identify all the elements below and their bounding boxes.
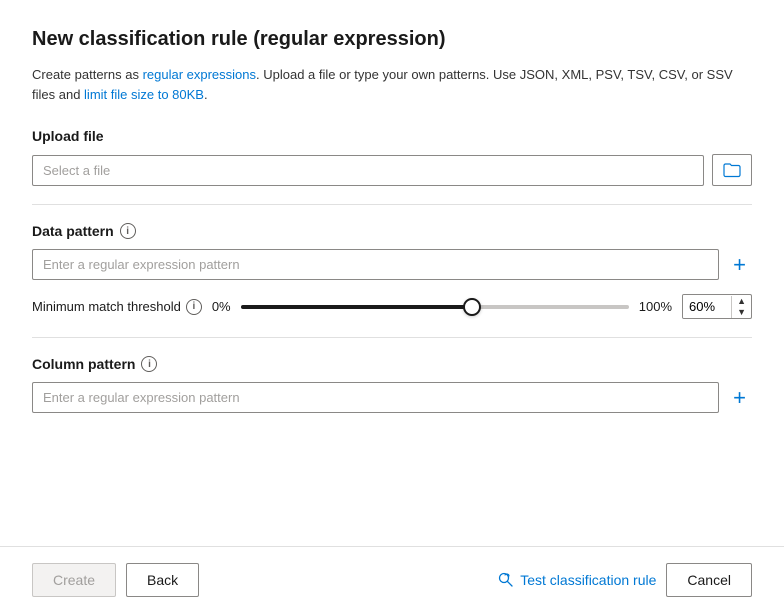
test-classification-link[interactable]: Test classification rule — [498, 572, 656, 588]
threshold-label: Minimum match threshold i — [32, 299, 202, 315]
column-pattern-add-button[interactable]: + — [727, 385, 752, 411]
browse-button[interactable] — [712, 154, 752, 186]
description: Create patterns as regular expressions. … — [32, 65, 752, 104]
threshold-spinner-input[interactable] — [683, 295, 731, 318]
divider-1 — [32, 204, 752, 205]
column-pattern-input[interactable] — [32, 382, 719, 413]
cancel-button[interactable]: Cancel — [666, 563, 752, 597]
column-pattern-row: + — [32, 382, 752, 413]
upload-file-row — [32, 154, 752, 186]
test-icon — [498, 572, 514, 588]
data-pattern-info-icon[interactable]: i — [120, 223, 136, 239]
data-pattern-label: Data pattern i — [32, 223, 752, 239]
divider-2 — [32, 337, 752, 338]
threshold-info-icon[interactable]: i — [186, 299, 202, 315]
folder-icon — [723, 161, 741, 179]
footer: Create Back Test classification rule Can… — [0, 546, 784, 613]
column-pattern-info-icon[interactable]: i — [141, 356, 157, 372]
data-pattern-add-button[interactable]: + — [727, 252, 752, 278]
threshold-spinner-arrows: ▲ ▼ — [731, 296, 751, 318]
data-pattern-row: + — [32, 249, 752, 280]
upload-file-label: Upload file — [32, 128, 752, 144]
create-button[interactable]: Create — [32, 563, 116, 597]
back-button[interactable]: Back — [126, 563, 199, 597]
threshold-min-label: 0% — [212, 299, 231, 314]
file-size-link[interactable]: limit file size to 80KB — [84, 87, 204, 102]
upload-file-input[interactable] — [32, 155, 704, 186]
regex-link[interactable]: regular expressions — [143, 67, 256, 82]
column-pattern-label: Column pattern i — [32, 356, 752, 372]
threshold-row: Minimum match threshold i 0% 100% ▲ ▼ — [32, 294, 752, 319]
threshold-max-label: 100% — [639, 299, 672, 314]
threshold-slider-container — [241, 297, 629, 317]
threshold-slider[interactable] — [241, 305, 629, 309]
data-pattern-input[interactable] — [32, 249, 719, 280]
threshold-decrement-button[interactable]: ▼ — [732, 307, 751, 318]
threshold-spinner: ▲ ▼ — [682, 294, 752, 319]
footer-right: Test classification rule Cancel — [498, 563, 752, 597]
page-title: New classification rule (regular express… — [32, 28, 752, 51]
threshold-increment-button[interactable]: ▲ — [732, 296, 751, 307]
